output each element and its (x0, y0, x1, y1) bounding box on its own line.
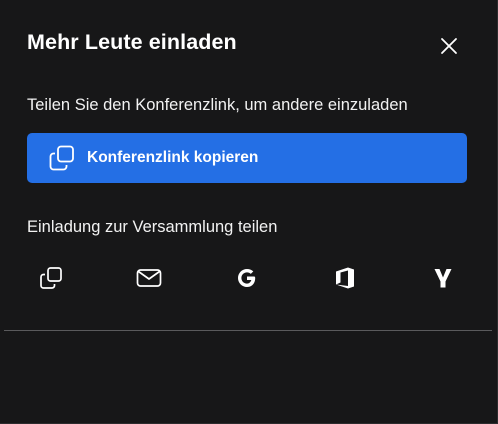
copy-meeting-link-button[interactable]: Konferenzlink kopieren (27, 133, 467, 183)
email-icon (136, 269, 162, 287)
close-button[interactable] (436, 33, 462, 59)
invite-description: Einladung zur Versammlung teilen (27, 218, 278, 236)
copy-invite-button[interactable] (31, 258, 71, 298)
copy-icon (48, 144, 76, 172)
office365-invite-button[interactable] (325, 258, 365, 298)
copy-icon (40, 267, 62, 289)
divider (4, 330, 492, 331)
share-link-description: Teilen Sie den Konferenzlink, um andere … (27, 96, 408, 114)
yahoo-icon (434, 269, 452, 288)
email-invite-button[interactable] (129, 258, 169, 298)
copy-meeting-link-label: Konferenzlink kopieren (87, 149, 259, 166)
invite-dialog: Mehr Leute einladen Teilen Sie den Konfe… (0, 0, 498, 424)
dialog-title: Mehr Leute einladen (27, 30, 237, 54)
google-calendar-invite-button[interactable] (227, 258, 267, 298)
close-icon (441, 38, 457, 54)
share-options (27, 258, 467, 298)
office-icon (336, 267, 354, 289)
yahoo-invite-button[interactable] (423, 258, 463, 298)
google-icon (238, 269, 256, 287)
